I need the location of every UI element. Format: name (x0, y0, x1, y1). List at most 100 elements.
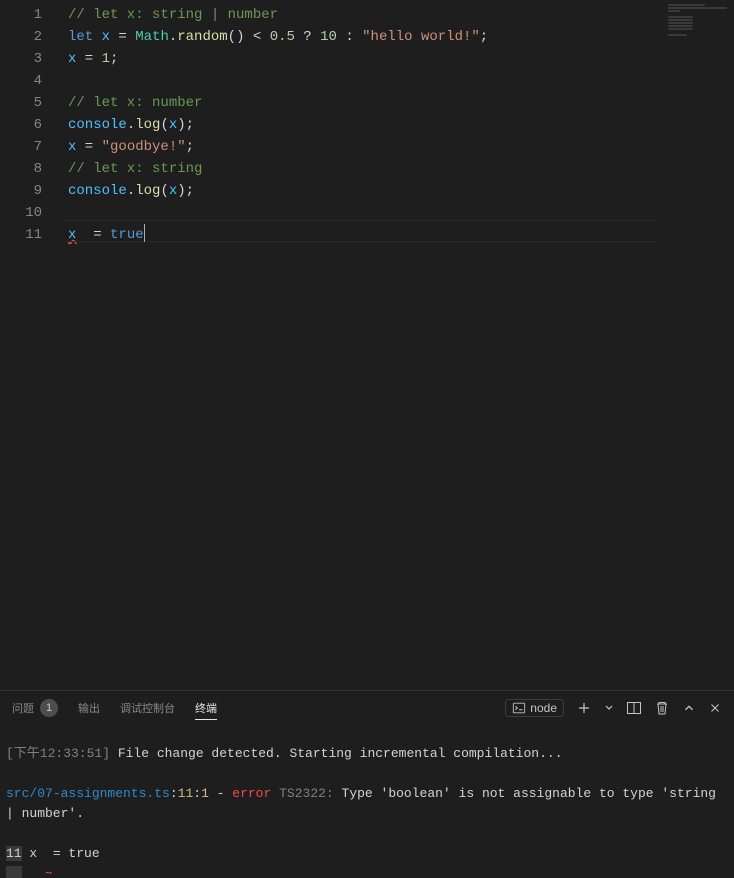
token: = (76, 51, 101, 67)
code-line[interactable]: x = true (68, 224, 664, 246)
minimap-row (668, 19, 693, 21)
code-content[interactable]: // let x: string | numberlet x = Math.ra… (60, 0, 664, 690)
code-line[interactable]: x = "goodbye!"; (68, 136, 664, 158)
minimap-row (668, 22, 693, 24)
terminal-icon (512, 701, 526, 715)
token: true (110, 227, 144, 243)
token: "hello world!" (362, 29, 480, 45)
panel-actions: node (505, 699, 722, 717)
token: random (177, 29, 227, 45)
token: 10 (320, 29, 337, 45)
minimap-row (668, 25, 693, 27)
new-terminal-button[interactable] (576, 700, 592, 716)
line-number: 7 (0, 136, 60, 158)
terminal-selector-label: node (530, 701, 557, 715)
terminal-content[interactable]: [下午12:33:51] File change detected. Start… (0, 726, 734, 878)
token: x (102, 29, 110, 45)
token: . (127, 117, 135, 133)
problems-badge: 1 (40, 699, 58, 717)
token: . (127, 183, 135, 199)
kill-terminal-button[interactable] (654, 700, 670, 716)
token: "goodbye!" (102, 139, 186, 155)
token: ( (160, 183, 168, 199)
code-line[interactable]: // let x: number (68, 92, 664, 114)
tab-label: 终端 (195, 700, 217, 716)
terminal-line (6, 824, 728, 844)
editor-area[interactable]: 1234567891011 // let x: string | numberl… (0, 0, 734, 690)
minimap-row (668, 7, 727, 9)
token: : (337, 29, 362, 45)
line-number: 6 (0, 114, 60, 136)
split-dropdown-button[interactable] (604, 703, 614, 713)
minimap-row (668, 28, 693, 30)
panel-tabs: 问题 1 输出 调试控制台 终端 node (0, 691, 734, 726)
terminal-squiggle-line: ~ (6, 864, 728, 878)
token: = (76, 227, 110, 243)
line-number: 8 (0, 158, 60, 180)
close-panel-button[interactable] (708, 701, 722, 715)
code-line[interactable] (68, 202, 664, 224)
token: = (110, 29, 135, 45)
token: // let x: number (68, 95, 202, 111)
line-gutter: 1234567891011 (0, 0, 60, 690)
token: ( (160, 117, 168, 133)
token: ; (186, 139, 194, 155)
code-line[interactable]: // let x: string | number (68, 4, 664, 26)
maximize-panel-button[interactable] (682, 701, 696, 715)
token: = (76, 139, 101, 155)
line-number: 11 (0, 224, 60, 246)
tab-problems[interactable]: 问题 1 (12, 695, 58, 721)
token: () < (228, 29, 270, 45)
token: ? (295, 29, 320, 45)
token: // let x: string | number (68, 7, 278, 23)
line-number: 9 (0, 180, 60, 202)
line-number: 1 (0, 4, 60, 26)
line-number: 10 (0, 202, 60, 224)
code-line[interactable]: // let x: string (68, 158, 664, 180)
minimap[interactable] (664, 0, 734, 690)
bottom-panel: 问题 1 输出 调试控制台 终端 node (0, 690, 734, 878)
token: log (135, 183, 160, 199)
token: x (169, 183, 177, 199)
code-line[interactable]: console.log(x); (68, 114, 664, 136)
token: 1 (102, 51, 110, 67)
terminal-error-line: src/07-assignments.ts:11:1 - error TS232… (6, 784, 728, 824)
split-terminal-button[interactable] (626, 700, 642, 716)
line-number: 5 (0, 92, 60, 114)
token: Math (135, 29, 169, 45)
token: ); (177, 117, 194, 133)
code-line[interactable]: let x = Math.random() < 0.5 ? 10 : "hell… (68, 26, 664, 48)
token: x (169, 117, 177, 133)
tab-label: 调试控制台 (120, 700, 175, 716)
token: ); (177, 183, 194, 199)
code-line[interactable]: console.log(x); (68, 180, 664, 202)
terminal-line (6, 764, 728, 784)
token: // let x: string (68, 161, 202, 177)
token: console (68, 183, 127, 199)
token: ; (110, 51, 118, 67)
minimap-row (668, 16, 693, 18)
tab-terminal[interactable]: 终端 (195, 696, 217, 720)
token: let (68, 29, 102, 45)
line-number: 3 (0, 48, 60, 70)
minimap-row (668, 4, 705, 6)
code-line[interactable]: x = 1; (68, 48, 664, 70)
terminal-code-line: 11 x = true (6, 844, 728, 864)
tab-label: 输出 (78, 700, 100, 716)
line-number: 4 (0, 70, 60, 92)
token: console (68, 117, 127, 133)
token: log (135, 117, 160, 133)
token: . (169, 29, 177, 45)
terminal-selector[interactable]: node (505, 699, 564, 717)
tab-debug-console[interactable]: 调试控制台 (120, 696, 175, 720)
token: 0.5 (270, 29, 295, 45)
line-number: 2 (0, 26, 60, 48)
minimap-row (668, 34, 687, 36)
tab-output[interactable]: 输出 (78, 696, 100, 720)
token: ; (480, 29, 488, 45)
terminal-line: [下午12:33:51] File change detected. Start… (6, 744, 728, 764)
tab-label: 问题 (12, 700, 34, 716)
code-line[interactable] (68, 70, 664, 92)
cursor (144, 224, 145, 242)
minimap-row (668, 10, 680, 12)
